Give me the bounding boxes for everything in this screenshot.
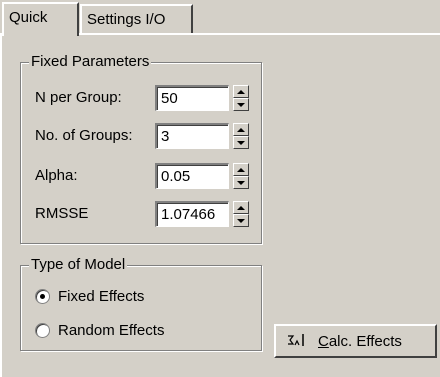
fixed-parameters-title: Fixed Parameters xyxy=(29,53,152,70)
arrow-down-icon xyxy=(237,140,245,145)
tab-quick-label: Quick xyxy=(9,9,48,26)
arrow-up-icon xyxy=(237,167,245,172)
arrow-down-icon xyxy=(237,218,245,223)
no-of-groups-field[interactable]: 3 xyxy=(155,123,229,149)
fixed-parameters-group: Fixed Parameters N per Group: 50 No. of … xyxy=(20,53,262,244)
spin-down-button[interactable] xyxy=(233,98,249,111)
no-of-groups-spinner[interactable] xyxy=(233,123,249,149)
calc-effects-label: Calc. Effects xyxy=(318,332,402,350)
random-effects-label: Random Effects xyxy=(58,322,165,339)
type-of-model-title: Type of Model xyxy=(29,256,128,273)
arrow-down-icon xyxy=(237,102,245,107)
random-effects-radio[interactable]: Random Effects xyxy=(35,322,164,339)
rmsse-field[interactable]: 1.07466 xyxy=(155,201,229,227)
fixed-effects-label: Fixed Effects xyxy=(58,288,145,305)
fixed-effects-radio[interactable]: Fixed Effects xyxy=(35,288,144,305)
radio-selected-icon[interactable] xyxy=(35,289,50,304)
spin-up-button[interactable] xyxy=(233,85,249,98)
tab-settings-io[interactable]: Settings I/O xyxy=(80,4,193,34)
type-of-model-group: Type of Model Fixed Effects Random Effec… xyxy=(20,256,262,351)
spin-up-button[interactable] xyxy=(233,123,249,136)
arrow-up-icon xyxy=(237,127,245,132)
n-per-group-spinner[interactable] xyxy=(233,85,249,111)
alpha-field[interactable]: 0.05 xyxy=(155,163,229,189)
tab-settings-io-label: Settings I/O xyxy=(87,11,166,28)
tab-quick[interactable]: Quick xyxy=(2,2,79,36)
calc-effects-button[interactable]: Calc. Effects xyxy=(274,324,437,358)
rmsse-spinner[interactable] xyxy=(233,201,249,227)
dialog: Quick Settings I/O Fixed Parameters N pe… xyxy=(0,0,440,377)
spin-down-button[interactable] xyxy=(233,136,249,149)
arrow-up-icon xyxy=(237,89,245,94)
alpha-label: Alpha: xyxy=(35,167,78,184)
arrow-down-icon xyxy=(237,180,245,185)
arrow-up-icon xyxy=(237,205,245,210)
spin-up-button[interactable] xyxy=(233,201,249,214)
radio-unselected-icon[interactable] xyxy=(35,323,50,338)
spin-down-button[interactable] xyxy=(233,176,249,189)
no-of-groups-label: No. of Groups: xyxy=(35,127,133,144)
spin-down-button[interactable] xyxy=(233,214,249,227)
rmsse-label: RMSSE xyxy=(35,205,89,222)
n-per-group-field[interactable]: 50 xyxy=(155,85,229,111)
spin-up-button[interactable] xyxy=(233,163,249,176)
n-per-group-label: N per Group: xyxy=(35,89,122,106)
alpha-spinner[interactable] xyxy=(233,163,249,189)
calc-effects-icon xyxy=(286,332,308,351)
